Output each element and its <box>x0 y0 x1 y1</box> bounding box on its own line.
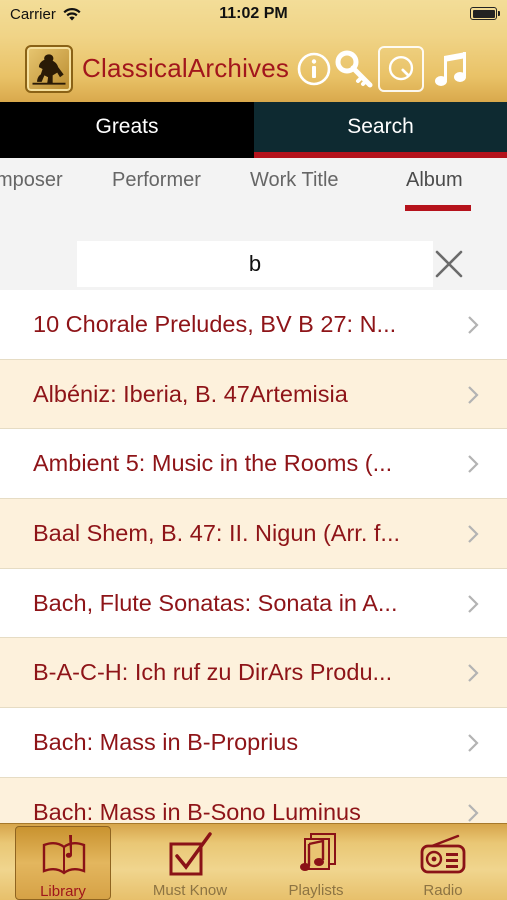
nav-bar: ClassicalArchives <box>0 36 507 100</box>
search-input[interactable] <box>77 241 433 287</box>
checkbox-icon <box>169 832 212 876</box>
status-time: 11:02 PM <box>219 5 288 22</box>
tab-library-label: Library <box>40 883 86 900</box>
tab-must-know[interactable]: Must Know <box>142 826 238 900</box>
list-item-title: B-A-C-H: Ich ruf zu DirArs Produ... <box>33 659 393 686</box>
bottom-tab-bar: Library Must Know Playlists Radio <box>0 823 507 900</box>
chevron-right-icon <box>468 734 479 752</box>
chevron-right-icon <box>468 455 479 474</box>
segment-greats[interactable]: Greats <box>0 102 254 158</box>
list-item[interactable]: 10 Chorale Preludes, BV B 27: N... <box>0 290 507 360</box>
tab-playlists-label: Playlists <box>288 882 344 899</box>
list-item-title: Ambient 5: Music in the Rooms (... <box>33 450 393 477</box>
music-note-icon[interactable] <box>430 48 472 90</box>
logo-icon[interactable] <box>25 45 73 93</box>
list-item-title: Albéniz: Iberia, B. 47Artemisia <box>33 380 348 407</box>
tab-work-title[interactable]: Work Title <box>250 169 339 192</box>
results-list: 10 Chorale Preludes, BV B 27: N... Albén… <box>0 290 507 823</box>
list-item[interactable]: Bach: Mass in B-Proprius <box>0 708 507 778</box>
tab-must-know-label: Must Know <box>152 882 228 899</box>
segmented-control: Greats Search <box>0 102 507 158</box>
list-item[interactable]: Albéniz: Iberia, B. 47Artemisia <box>0 359 507 430</box>
app-title: ClassicalArchives <box>82 53 290 83</box>
chevron-right-icon <box>468 594 479 613</box>
list-item-title: Bach: Mass in B-Proprius <box>33 729 299 756</box>
tab-selected-indicator <box>405 205 471 211</box>
playlists-icon <box>300 833 336 871</box>
search-bar <box>0 220 507 290</box>
tab-radio[interactable]: Radio <box>395 826 491 900</box>
tab-performer[interactable]: Performer <box>112 169 201 192</box>
app-header: Carrier 11:02 PM ClassicalArchives <box>0 0 507 102</box>
status-bar: Carrier 11:02 PM <box>0 0 507 30</box>
tab-composer[interactable]: mposer <box>0 169 63 192</box>
chevron-right-icon <box>468 804 479 822</box>
battery-icon <box>470 7 500 20</box>
list-item[interactable]: Ambient 5: Music in the Rooms (... <box>0 429 507 500</box>
list-item-title: 10 Chorale Preludes, BV B 27: N... <box>33 311 397 337</box>
search-icon[interactable] <box>378 46 424 92</box>
search-category-tabs: mposer Performer Work Title Album <box>0 158 507 220</box>
close-icon[interactable] <box>432 247 466 281</box>
list-item-title: Baal Shem, B. 47: II. Nigun (Arr. f... <box>33 520 401 547</box>
list-item-title: Bach, Flute Sonatas: Sonata in A... <box>33 589 398 616</box>
info-icon[interactable] <box>293 48 335 90</box>
chevron-right-icon <box>468 316 479 334</box>
list-item[interactable]: Bach: Mass in B-Sono Luminus <box>0 777 507 823</box>
tab-album[interactable]: Album <box>406 169 463 192</box>
list-item[interactable]: Bach, Flute Sonatas: Sonata in A... <box>0 569 507 639</box>
list-item[interactable]: Baal Shem, B. 47: II. Nigun (Arr. f... <box>0 499 507 569</box>
chevron-right-icon <box>468 385 479 404</box>
chevron-right-icon <box>468 525 479 543</box>
tab-library[interactable]: Library <box>15 826 111 900</box>
list-item-title: Bach: Mass in B-Sono Luminus <box>33 798 361 823</box>
key-icon[interactable] <box>334 48 376 90</box>
chevron-right-icon <box>468 664 479 683</box>
tab-playlists[interactable]: Playlists <box>268 826 364 900</box>
book-icon <box>42 835 86 875</box>
radio-icon <box>420 834 466 874</box>
list-item[interactable]: B-A-C-H: Ich ruf zu DirArs Produ... <box>0 638 507 709</box>
tab-radio-label: Radio <box>423 882 463 899</box>
segment-search[interactable]: Search <box>254 102 507 158</box>
